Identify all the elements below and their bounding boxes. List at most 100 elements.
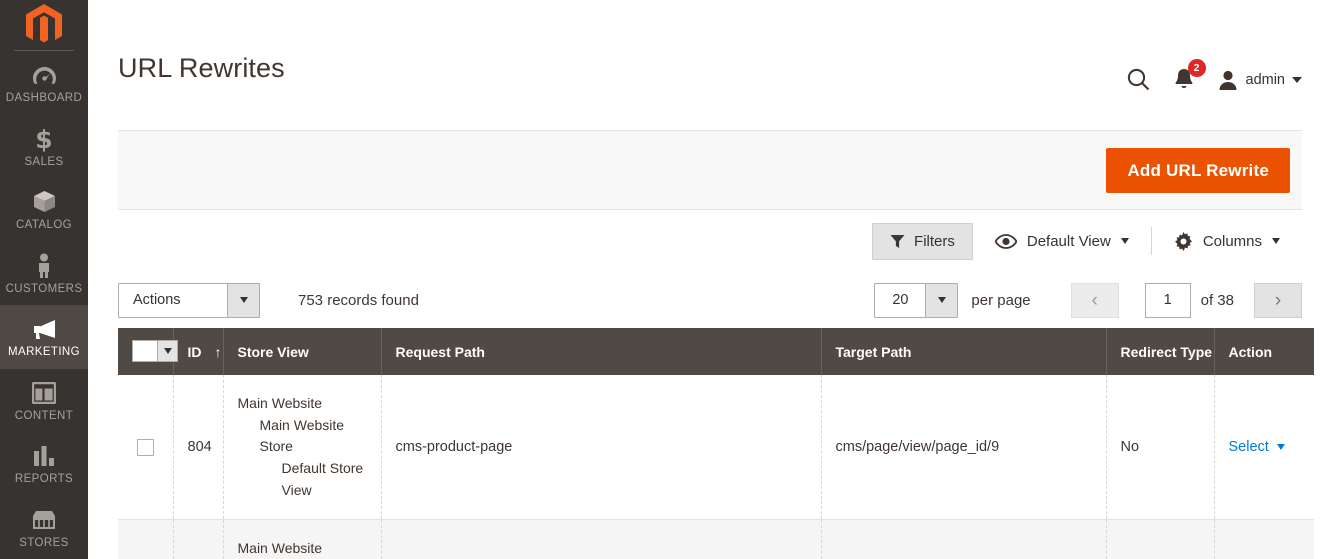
select-all-header[interactable]: [118, 328, 178, 375]
table-row[interactable]: 803 Main Website Main Website Store Defa…: [118, 519, 1314, 559]
admin-page: DASHBOARD $ SALES CATALOG CUSTOMERS MARK…: [0, 0, 1330, 559]
table-header-row: ID ↑ Store View Request Path Target Path…: [118, 328, 1314, 375]
grid-toolbar: Actions 753 records found 20 per page ‹ …: [118, 272, 1302, 328]
filters-label: Filters: [914, 232, 955, 250]
funnel-icon: [890, 234, 905, 248]
bar-chart-icon: [32, 443, 56, 469]
notification-badge: 2: [1187, 59, 1206, 77]
sidebar-item-reports[interactable]: REPORTS: [0, 432, 88, 496]
column-header-store-view[interactable]: Store View: [223, 328, 382, 375]
select-all-checkbox[interactable]: [133, 340, 157, 361]
cell-target-path: cms/page/view/page_id/8: [821, 519, 1107, 559]
cell-action[interactable]: Select: [1214, 519, 1314, 559]
cell-store-view: Main Website Main Website Store Default …: [223, 375, 382, 521]
per-page-label: per page: [971, 291, 1031, 309]
row-select-cell[interactable]: [118, 375, 174, 521]
sidebar-item-content[interactable]: CONTENT: [0, 369, 88, 433]
column-header-action: Action: [1214, 328, 1314, 375]
box-icon: [32, 189, 57, 215]
next-page-button[interactable]: ›: [1254, 282, 1302, 318]
columns-label: Columns: [1202, 232, 1262, 250]
sidebar-item-label: SALES: [24, 155, 64, 168]
cell-id: 803: [173, 519, 224, 559]
magento-logo-icon: [26, 3, 62, 42]
sidebar-item-label: DASHBOARD: [5, 92, 83, 104]
url-rewrites-grid: ID ↑ Store View Request Path Target Path…: [118, 328, 1314, 559]
select-label: Select: [1228, 439, 1269, 456]
person-icon: [36, 253, 52, 279]
row-select-dropdown[interactable]: Select: [1229, 439, 1285, 455]
column-label: ID: [187, 344, 202, 360]
grid-view-controls: Filters Default View Columns: [118, 210, 1302, 272]
toolbar-left: Actions 753 records found: [118, 282, 419, 318]
page-header: URL Rewrites 2 admin: [88, 0, 1330, 130]
column-header-target-path[interactable]: Target Path: [821, 328, 1107, 375]
cell-target-path: cms/page/view/page_id/9: [821, 375, 1107, 521]
row-checkbox[interactable]: [136, 438, 154, 456]
notifications-bell[interactable]: 2: [1173, 59, 1206, 92]
dollar-icon: $: [35, 126, 53, 152]
select-all-dropdown[interactable]: [132, 339, 178, 362]
store-view-website: Main Website: [237, 540, 323, 557]
per-page-value: 20: [892, 292, 909, 308]
default-view-label: Default View: [1026, 232, 1111, 250]
chevron-down-icon: [227, 283, 259, 317]
sidebar-item-stores[interactable]: STORES: [0, 496, 88, 559]
column-header-request-path[interactable]: Request Path: [381, 328, 822, 375]
sidebar-item-label: CONTENT: [14, 409, 74, 422]
default-view-dropdown[interactable]: Default View: [973, 233, 1151, 250]
store-view-website: Main Website: [237, 395, 323, 411]
cell-id: 804: [173, 375, 224, 521]
cell-store-view: Main Website Main Website Store Default …: [223, 519, 382, 559]
dashboard-icon: [32, 62, 57, 88]
cell-action[interactable]: Select: [1214, 375, 1314, 521]
cell-redirect-type: No: [1106, 519, 1215, 559]
actions-dropdown[interactable]: Actions: [118, 282, 260, 318]
sidebar-item-label: REPORTS: [14, 473, 74, 485]
sidebar-item-catalog[interactable]: CATALOG: [0, 178, 88, 242]
chevron-down-icon: [1292, 76, 1302, 83]
filters-button[interactable]: Filters: [872, 222, 973, 260]
user-menu[interactable]: admin: [1217, 69, 1302, 91]
cell-request-path: cms-product-page: [381, 375, 822, 521]
chevron-left-icon: ‹: [1091, 289, 1098, 311]
sort-ascending-icon: ↑: [214, 344, 222, 360]
per-page-dropdown[interactable]: 20: [874, 282, 959, 318]
sidebar-item-label: CATALOG: [15, 219, 73, 231]
sidebar-item-customers[interactable]: CUSTOMERS: [0, 242, 88, 306]
column-header-id[interactable]: ID ↑: [173, 328, 224, 375]
user-name: admin: [1245, 71, 1286, 88]
sidebar-item-dashboard[interactable]: DASHBOARD: [0, 51, 88, 115]
header-actions: 2 admin: [1126, 54, 1302, 92]
chevron-down-icon: [1272, 238, 1280, 244]
user-avatar-icon: [1219, 70, 1236, 90]
sidebar-item-label: MARKETING: [8, 346, 80, 358]
search-icon[interactable]: [1126, 67, 1151, 92]
page-actions-bar: Add URL Rewrite: [118, 130, 1302, 210]
chevron-right-icon: ›: [1274, 289, 1282, 311]
sidebar-item-marketing[interactable]: MARKETING: [0, 305, 88, 369]
pagination: ‹ of 38 ›: [1070, 282, 1302, 318]
layout-icon: [32, 380, 56, 406]
main-content: URL Rewrites 2 admin Add URL Rewrite Fil…: [88, 0, 1330, 559]
row-select-cell[interactable]: [118, 519, 174, 559]
store-view-store: Main Website Store: [259, 416, 345, 455]
add-url-rewrite-button[interactable]: Add URL Rewrite: [1106, 147, 1290, 193]
main-sidebar: DASHBOARD $ SALES CATALOG CUSTOMERS MARK…: [0, 0, 88, 559]
page-number-input[interactable]: [1144, 282, 1191, 318]
eye-icon: [994, 233, 1017, 249]
sidebar-item-sales[interactable]: $ SALES: [0, 115, 88, 179]
column-header-redirect-type[interactable]: Redirect Type: [1106, 328, 1215, 375]
gear-icon: [1174, 231, 1192, 251]
previous-page-button[interactable]: ‹: [1070, 282, 1119, 318]
cell-request-path: testimonial: [381, 519, 822, 559]
table-row[interactable]: 804 Main Website Main Website Store Defa…: [118, 375, 1314, 521]
records-count: 753 records found: [298, 291, 419, 309]
chevron-down-icon: [157, 340, 177, 361]
toolbar-right: 20 per page ‹ of 38 ›: [874, 282, 1302, 318]
columns-dropdown[interactable]: Columns: [1152, 231, 1302, 251]
magento-logo[interactable]: [0, 0, 88, 51]
megaphone-icon: [31, 316, 58, 342]
total-pages-label: of 38: [1200, 291, 1234, 309]
actions-label: Actions: [133, 292, 181, 308]
